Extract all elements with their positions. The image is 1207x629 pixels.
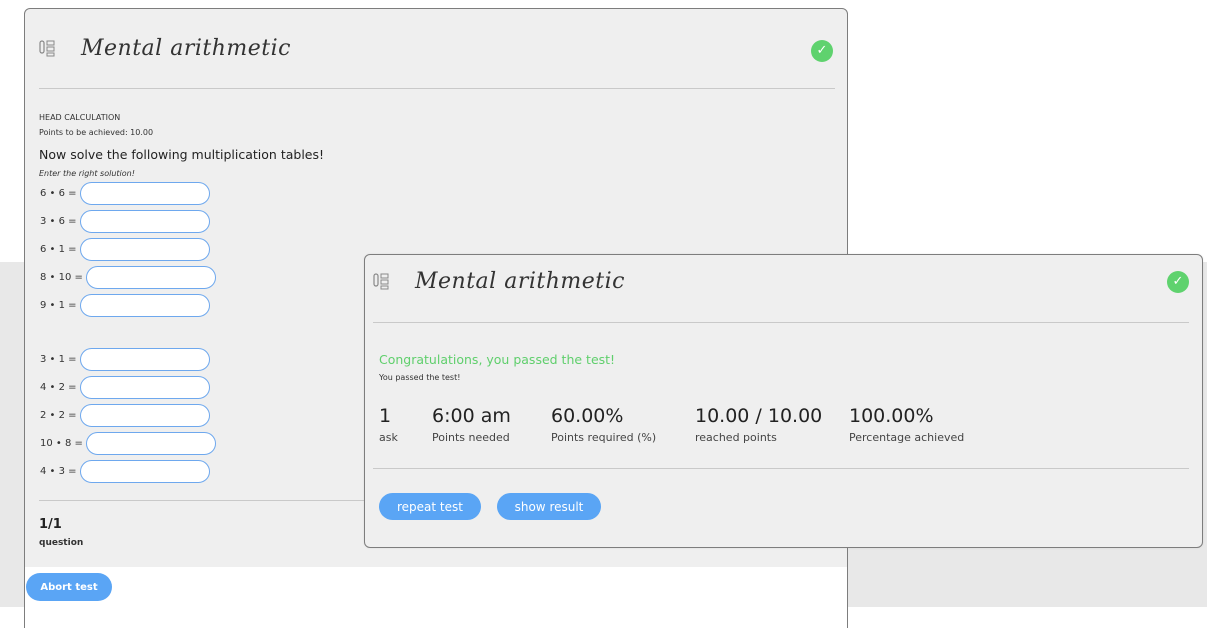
stat-value: 10.00 / 10.00	[695, 405, 823, 427]
answer-input[interactable]	[79, 237, 210, 261]
stat-caption: ask	[379, 431, 398, 444]
stat-caption: Points required (%)	[551, 431, 657, 444]
checklist-icon	[39, 40, 55, 57]
answer-input[interactable]	[85, 265, 216, 289]
stat-percentage-achieved: 100.00% Percentage achieved	[849, 405, 964, 444]
check-circle-icon: ✓	[1167, 271, 1189, 293]
quiz-title: Mental arithmetic	[81, 36, 291, 61]
footer-area	[25, 567, 847, 629]
stat-points-needed: 6:00 am Points needed	[432, 405, 511, 444]
points-note: Points to be achieved: 10.00	[39, 128, 154, 137]
abort-test-button[interactable]: Abort test	[26, 573, 112, 601]
answer-input[interactable]	[85, 431, 216, 455]
answer-input[interactable]	[79, 293, 210, 317]
result-title-divider	[373, 322, 1189, 323]
stat-caption: Percentage achieved	[849, 431, 965, 444]
question-counter-label: question	[39, 538, 84, 548]
result-footer-divider	[373, 468, 1189, 469]
problem-label: 6 • 6 =	[40, 187, 77, 199]
question-counter: 1/1	[39, 517, 62, 532]
stat-value: 1	[379, 405, 392, 427]
stat-value: 6:00 am	[432, 405, 511, 427]
stat-value: 60.00%	[551, 405, 624, 427]
problem-label: 2 • 2 =	[40, 409, 77, 421]
stat-reached-points: 10.00 / 10.00 reached points	[695, 405, 822, 444]
answer-input[interactable]	[79, 403, 210, 427]
answer-input[interactable]	[79, 375, 210, 399]
title-divider	[39, 88, 835, 89]
section-heading: HEAD CALCULATION	[39, 113, 121, 122]
problem-label: 3 • 6 =	[40, 215, 77, 227]
stat-points-required: 60.00% Points required (%)	[551, 405, 656, 444]
checklist-icon	[373, 273, 389, 290]
problem-row: 9 • 1 =	[40, 293, 210, 317]
stat-caption: Points needed	[432, 431, 510, 444]
stat-value: 100.00%	[849, 405, 934, 427]
answer-input[interactable]	[79, 347, 210, 371]
problem-label: 4 • 2 =	[40, 381, 77, 393]
instruction-text: Now solve the following multiplication t…	[39, 147, 325, 162]
show-result-button[interactable]: show result	[497, 493, 601, 520]
repeat-test-button[interactable]: repeat test	[379, 493, 481, 520]
problem-row: 6 • 6 =	[40, 181, 210, 205]
problem-row: 8 • 10 =	[40, 265, 216, 289]
answer-input[interactable]	[79, 209, 210, 233]
problem-label: 10 • 8 =	[40, 437, 83, 449]
problem-row: 4 • 3 =	[40, 459, 210, 483]
passed-subtitle: You passed the test!	[379, 373, 461, 382]
problem-label: 4 • 3 =	[40, 465, 77, 477]
problem-row: 4 • 2 =	[40, 375, 210, 399]
problem-row: 3 • 6 =	[40, 209, 210, 233]
congrats-message: Congratulations, you passed the test!	[379, 352, 616, 367]
answer-input[interactable]	[79, 181, 210, 205]
stat-caption: reached points	[695, 431, 777, 444]
problem-label: 9 • 1 =	[40, 299, 77, 311]
problem-row: 2 • 2 =	[40, 403, 210, 427]
problem-row: 6 • 1 =	[40, 237, 210, 261]
hint-text: Enter the right solution!	[39, 169, 135, 178]
problem-row: 10 • 8 =	[40, 431, 216, 455]
problem-label: 3 • 1 =	[40, 353, 77, 365]
answer-input[interactable]	[79, 459, 210, 483]
stat-ask: 1 ask	[379, 405, 398, 444]
problem-label: 6 • 1 =	[40, 243, 77, 255]
check-circle-icon: ✓	[811, 40, 833, 62]
problem-row: 3 • 1 =	[40, 347, 210, 371]
result-card: Mental arithmetic ✓ Congratulations, you…	[364, 254, 1203, 548]
problem-label: 8 • 10 =	[40, 271, 83, 283]
result-title: Mental arithmetic	[415, 269, 625, 294]
